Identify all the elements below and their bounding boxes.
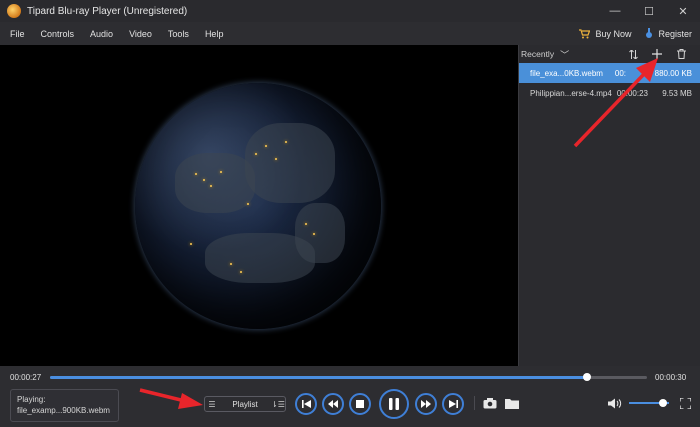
playlist-item[interactable]: file_exa...0KB.webm 00: 880.00 KB [519,63,700,83]
progress-bar[interactable] [50,373,647,381]
fast-forward-icon [421,400,431,408]
window-controls: — ☐ ✕ [598,0,700,22]
playlist-panel: Recently ﹀ file_exa...0KB.webm 00: 880.0… [518,45,700,366]
trash-icon[interactable] [674,47,688,61]
menu-bar: File Controls Audio Video Tools Help Buy… [0,22,700,45]
pause-icon [389,398,399,410]
playlist-button-label: Playlist [232,399,258,409]
playlist-toggle-button[interactable]: ☰ Playlist ⇂☰ [204,396,286,412]
earth-video-frame [135,83,381,329]
app-logo-icon [7,4,21,18]
next-track-icon [448,400,458,408]
fullscreen-icon[interactable] [677,396,693,410]
rewind-button[interactable] [322,393,344,415]
menu-controls[interactable]: Controls [41,29,75,39]
menu-video[interactable]: Video [129,29,152,39]
now-playing-label: Playing: [17,395,46,404]
register-label: Register [658,28,692,39]
previous-track-button[interactable] [295,393,317,415]
menu-right-actions: Buy Now Register [565,22,692,45]
volume-handle[interactable] [659,399,667,407]
app-window: Tipard Blu-ray Player (Unregistered) — ☐… [0,0,700,427]
playlist-item-duration: 00:00:23 [616,88,648,98]
playlist-item-name: file_exa...0KB.webm [530,68,603,78]
pause-button[interactable] [379,389,409,419]
stop-button[interactable] [349,393,371,415]
list-icon: ☰ [208,399,216,409]
stop-icon [356,400,364,408]
control-bar: 00:00:27 00:00:30 Playing: file_examp...… [0,366,700,427]
playlist-item-name: Philippian...erse-4.mp4 [530,88,612,98]
register-button[interactable]: Register [645,28,692,39]
playlist-header: Recently ﹀ [519,45,700,63]
add-icon[interactable] [650,47,664,61]
volume-icon[interactable] [607,396,623,410]
maximize-button[interactable]: ☐ [632,0,666,22]
playlist-recently-label[interactable]: Recently [521,49,554,59]
fast-forward-button[interactable] [415,393,437,415]
playlist-item-size: 9.53 MB [662,88,692,98]
now-playing-box: Playing: file_examp...900KB.webm [10,389,119,422]
list-order-icon: ⇂☰ [271,399,285,409]
playlist-item-duration: 00: [614,68,626,78]
sort-icon[interactable] [626,47,640,61]
folder-icon[interactable] [504,396,520,410]
title-bar: Tipard Blu-ray Player (Unregistered) — ☐… [0,0,700,22]
menu-tools[interactable]: Tools [168,29,189,39]
menu-audio[interactable]: Audio [90,29,113,39]
progress-handle[interactable] [583,373,592,381]
menu-help[interactable]: Help [205,29,224,39]
divider [474,396,475,410]
buy-now-button[interactable]: Buy Now [579,29,631,39]
window-title: Tipard Blu-ray Player (Unregistered) [27,5,188,17]
minimize-button[interactable]: — [598,0,632,22]
menu-file[interactable]: File [10,29,25,39]
close-button[interactable]: ✕ [666,0,700,22]
chevron-down-icon[interactable]: ﹀ [560,48,569,61]
playlist-tools [616,45,688,63]
next-track-button[interactable] [442,393,464,415]
rewind-icon [328,400,338,408]
video-area[interactable] [0,45,518,366]
total-time: 00:00:30 [655,373,687,382]
volume-slider[interactable] [629,399,669,407]
now-playing-file: file_examp...900KB.webm [17,406,110,415]
current-time: 00:00:27 [10,373,42,382]
buy-now-label: Buy Now [595,28,632,39]
prev-track-icon [301,400,311,408]
register-key-icon [646,28,653,38]
snapshot-icon[interactable] [482,396,498,410]
progress-fill [50,376,588,379]
playlist-item-size: 880.00 KB [654,68,692,78]
cart-icon [579,28,591,38]
playlist-item[interactable]: Philippian...erse-4.mp4 00:00:23 9.53 MB [519,83,700,103]
